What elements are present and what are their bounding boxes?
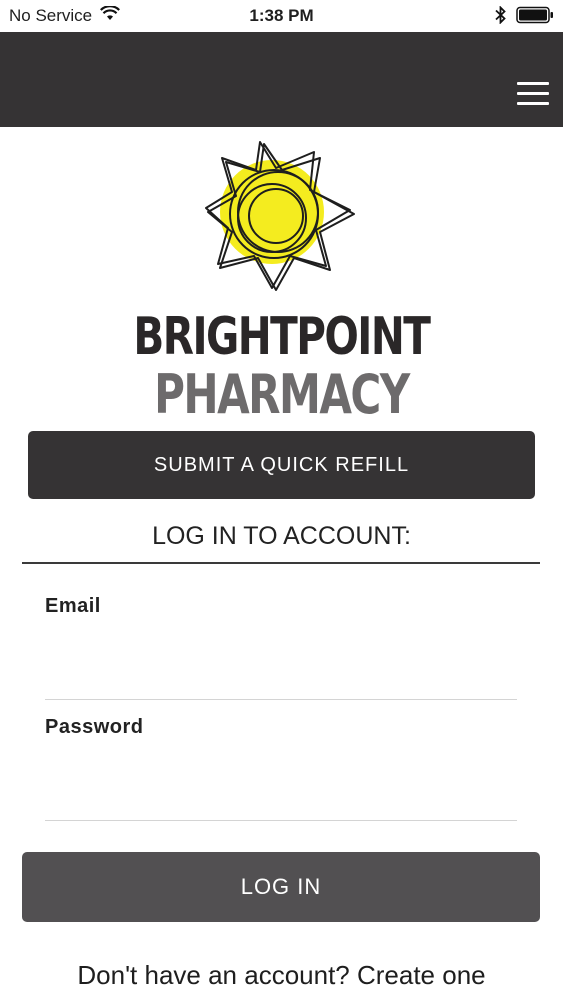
email-label: Email: [45, 595, 101, 617]
hamburger-menu-icon[interactable]: [517, 82, 549, 106]
signup-prompt-text: Don't have an account? Create one: [77, 960, 486, 990]
login-button[interactable]: LOG IN: [22, 852, 540, 922]
section-divider: [22, 562, 540, 564]
password-label: Password: [45, 716, 144, 738]
battery-icon: [516, 6, 554, 29]
password-field[interactable]: [45, 780, 517, 821]
brand-name-line2: PHARMACY: [154, 363, 410, 426]
bluetooth-icon: [495, 5, 506, 29]
login-section-title: LOG IN TO ACCOUNT:: [152, 522, 411, 550]
status-right: [495, 5, 554, 29]
app-header: [0, 32, 563, 127]
status-time: 1:38 PM: [249, 6, 314, 25]
sun-logo-icon: [202, 140, 362, 295]
quick-refill-button[interactable]: SUBMIT A QUICK REFILL: [28, 431, 535, 499]
status-bar: No Service 1:38 PM: [0, 0, 563, 32]
email-field[interactable]: [45, 659, 517, 700]
